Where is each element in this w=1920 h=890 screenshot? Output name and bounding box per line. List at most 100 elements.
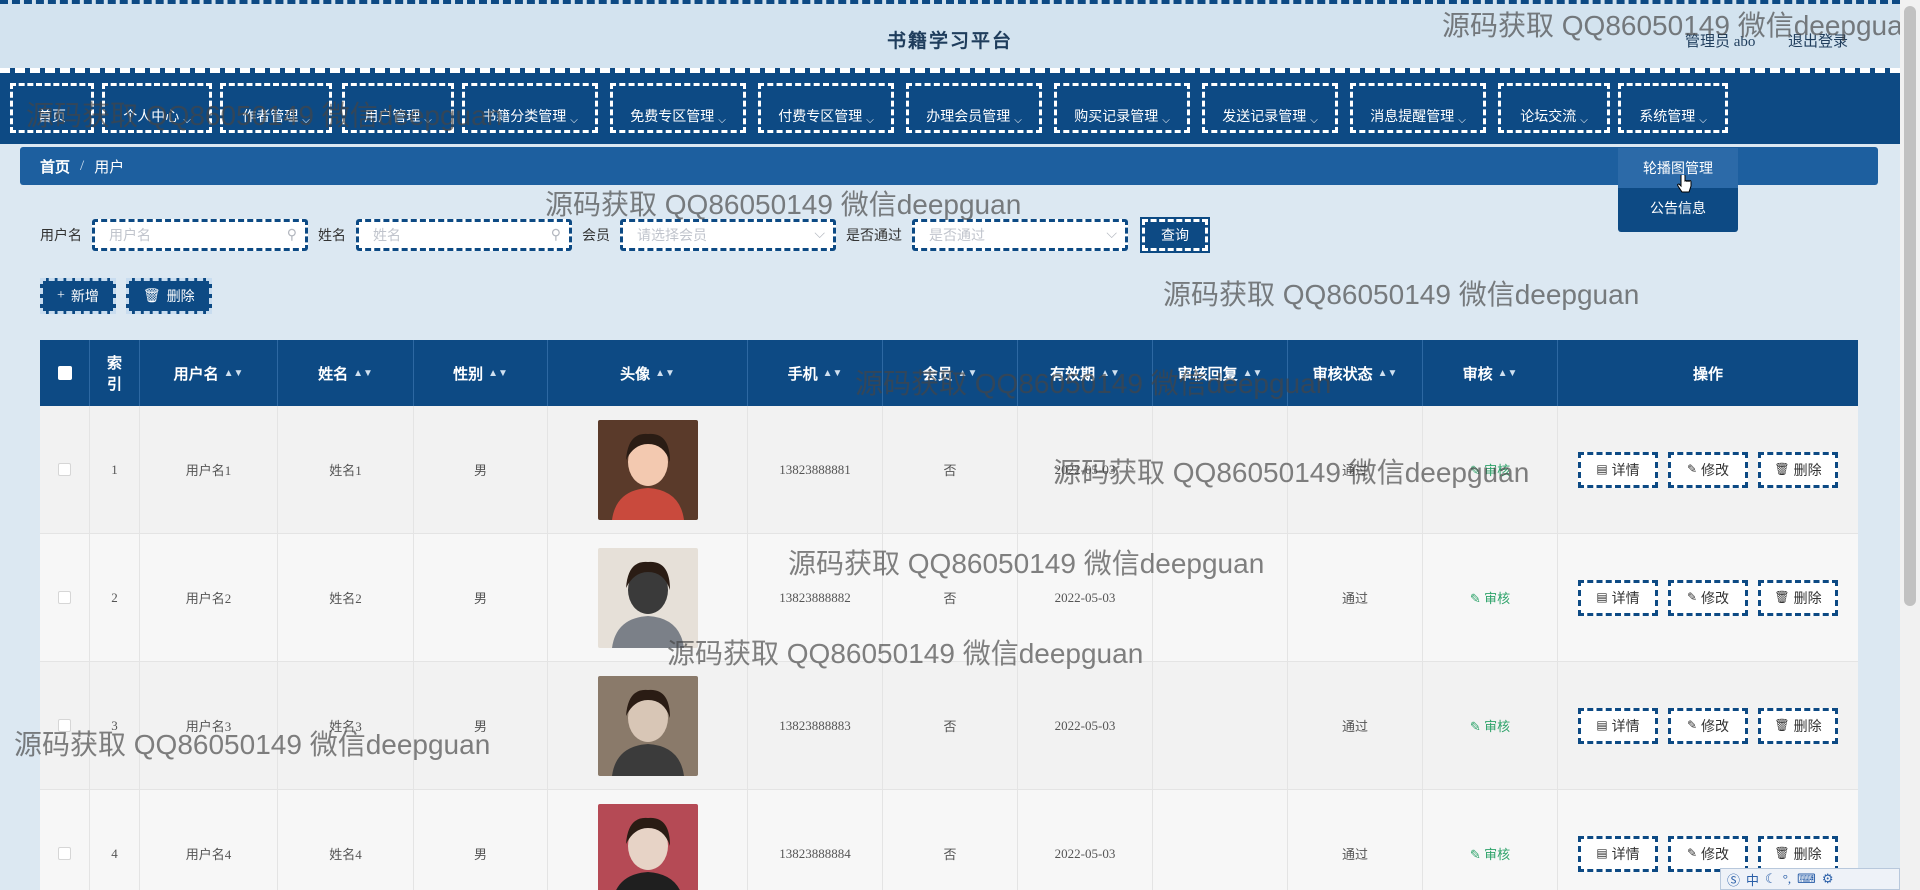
chevron-down-icon: ⌵	[1699, 115, 1707, 126]
header-username[interactable]: 用户名 ▲▼	[140, 340, 278, 406]
nav-paid-zone[interactable]: 付费专区管理 ⌵	[758, 83, 894, 133]
header-audit[interactable]: 审核 ▲▼	[1423, 340, 1558, 406]
add-button[interactable]: + 新增	[40, 278, 116, 314]
chevron-down-icon: ⌵	[1458, 115, 1466, 126]
document-icon: ▤	[1596, 846, 1608, 860]
username-placeholder: 用户名	[109, 229, 151, 244]
cell-reply	[1153, 662, 1288, 790]
audit-link[interactable]: ✎ 审核	[1470, 588, 1510, 607]
cell-phone: 13823888882	[748, 534, 883, 662]
nav-purchase-records[interactable]: 购买记录管理 ⌵	[1054, 83, 1190, 133]
edit-button[interactable]: ✎ 修改	[1668, 451, 1748, 488]
edit-button[interactable]: ✎ 修改	[1668, 835, 1748, 872]
avatar	[597, 803, 698, 890]
header-phone[interactable]: 手机 ▲▼	[748, 340, 883, 406]
watermark: 源码获取 QQ86050149 微信deepguan	[1163, 279, 1640, 310]
button-label: 修改	[1701, 847, 1730, 863]
edit-button[interactable]: ✎ 修改	[1668, 707, 1748, 744]
nav-send-records[interactable]: 发送记录管理 ⌵	[1202, 83, 1338, 133]
detail-button[interactable]: ▤ 详情	[1578, 707, 1658, 744]
cell-expiry: 2022-05-03	[1018, 406, 1153, 534]
row-checkbox[interactable]	[58, 719, 71, 732]
nav-user-manage[interactable]: 用户管理 ⌵	[342, 83, 454, 133]
member-select[interactable]: 请选择会员 ⌵	[620, 219, 836, 251]
nav-book-category[interactable]: 书籍分类管理 ⌵	[462, 83, 598, 133]
page-scrollbar[interactable]	[1900, 0, 1920, 890]
operations-group: ▤ 详情 ✎ 修改 🗑 删除	[1578, 579, 1838, 616]
header-label: 审核回复	[1177, 366, 1238, 383]
ime-mode[interactable]: 中	[1746, 870, 1759, 889]
delete-button[interactable]: 🗑 删除	[1758, 579, 1838, 616]
watermark: 源码获取 QQ86050149 微信deepguan	[545, 189, 1022, 220]
nav-label: 系统管理	[1639, 110, 1696, 125]
header-label: 手机	[787, 366, 818, 383]
breadcrumb-current: 用户	[94, 159, 125, 176]
header-reply[interactable]: 审核回复 ▲▼	[1153, 340, 1288, 406]
select-all-checkbox[interactable]	[57, 366, 72, 380]
cell-name: 姓名3	[278, 662, 414, 790]
nav-author-manage[interactable]: 作者管理 ⌵	[220, 83, 332, 133]
header-label: 审核状态	[1312, 366, 1373, 383]
nav-membership[interactable]: 办理会员管理 ⌵	[906, 83, 1042, 133]
nav-system-manage[interactable]: 系统管理 ⌵	[1618, 83, 1728, 133]
row-checkbox[interactable]	[58, 591, 71, 604]
punctuation-icon: °,	[1782, 871, 1792, 886]
operations-group: ▤ 详情 ✎ 修改 🗑 删除	[1578, 707, 1838, 744]
header-avatar[interactable]: 头像 ▲▼	[548, 340, 748, 406]
name-input[interactable]: 姓名 ⚲	[356, 219, 572, 251]
detail-button[interactable]: ▤ 详情	[1578, 451, 1658, 488]
delete-label: 删除	[166, 290, 195, 305]
audit-cell: ✎ 审核	[1423, 534, 1558, 662]
delete-button[interactable]: 🗑 删除	[1758, 835, 1838, 872]
search-icon: ⚲	[286, 227, 297, 243]
username-input[interactable]: 用户名 ⚲	[92, 219, 308, 251]
batch-delete-button[interactable]: 🗑 删除	[125, 278, 212, 314]
header-name[interactable]: 姓名 ▲▼	[278, 340, 414, 406]
nav-free-zone[interactable]: 免费专区管理 ⌵	[610, 83, 746, 133]
audit-link[interactable]: ✎ 审核	[1470, 716, 1510, 735]
cell-status: 通过	[1288, 534, 1423, 662]
nav-forum[interactable]: 论坛交流 ⌵	[1498, 83, 1610, 133]
detail-button[interactable]: ▤ 详情	[1578, 835, 1658, 872]
header-label: 会员	[922, 366, 953, 383]
audit-link[interactable]: ✎ 审核	[1470, 844, 1510, 863]
nav-home[interactable]: 首页	[10, 83, 94, 133]
delete-button[interactable]: 🗑 删除	[1758, 707, 1838, 744]
header-expiry[interactable]: 有效期 ▲▼	[1018, 340, 1153, 406]
nav-message-alerts[interactable]: 消息提醒管理 ⌵	[1350, 83, 1486, 133]
pass-placeholder: 是否通过	[929, 229, 985, 244]
search-bar: 用户名 用户名 ⚲ 姓名 姓名 ⚲ 会员 请选择会员 ⌵ 是否通过 是否通过 ⌵ 查询	[40, 217, 1210, 253]
cell-expiry: 2022-05-03	[1018, 662, 1153, 790]
header-member[interactable]: 会员 ▲▼	[883, 340, 1018, 406]
pass-select[interactable]: 是否通过 ⌵	[912, 219, 1128, 251]
chevron-down-icon: ⌵	[1106, 227, 1117, 242]
logout-link[interactable]: 退出登录	[1788, 30, 1848, 51]
user-table: 索引 用户名 ▲▼ 姓名 ▲▼ 性别 ▲▼ 头像 ▲▼ 手机 ▲▼ 会员 ▲▼ 有效期 ▲▼ …	[40, 340, 1858, 890]
nav-personal-center[interactable]: 个人中心 ⌵	[102, 83, 212, 133]
search-icon: ⚲	[550, 227, 561, 243]
audit-cell: ✎ 审核	[1423, 406, 1558, 534]
table-body: 1 用户名1 姓名1 男 13823888881 否 2022-05-03 通过 ✎ 审核 ▤ 详情…	[40, 406, 1858, 890]
table-header: 索引 用户名 ▲▼ 姓名 ▲▼ 性别 ▲▼ 头像 ▲▼ 手机 ▲▼ 会员 ▲▼ 有效期 ▲▼ …	[40, 340, 1858, 406]
header-gender[interactable]: 性别 ▲▼	[414, 340, 548, 406]
chevron-down-icon: ⌵	[302, 115, 310, 126]
scrollbar-thumb[interactable]	[1904, 6, 1916, 606]
nav-label: 付费专区管理	[778, 110, 863, 125]
breadcrumb-home[interactable]: 首页	[40, 156, 70, 177]
header-index: 索引	[90, 340, 140, 406]
audit-link[interactable]: ✎ 审核	[1470, 460, 1510, 479]
row-checkbox[interactable]	[58, 463, 71, 476]
row-checkbox[interactable]	[58, 847, 71, 860]
avatar-cell	[548, 662, 748, 790]
button-label: 删除	[1793, 463, 1822, 479]
edit-icon: ✎	[1686, 590, 1698, 604]
delete-button[interactable]: 🗑 删除	[1758, 451, 1838, 488]
edit-button[interactable]: ✎ 修改	[1668, 579, 1748, 616]
nav-label: 消息提醒管理	[1370, 110, 1455, 125]
main-nav: 首页 个人中心 ⌵ 作者管理 ⌵ 用户管理 ⌵ 书籍分类管理 ⌵ 免费专区管理 ⌵ 付费专…	[0, 68, 1900, 144]
query-button[interactable]: 查询	[1140, 217, 1210, 253]
button-label: 修改	[1701, 719, 1730, 735]
detail-button[interactable]: ▤ 详情	[1578, 579, 1658, 616]
current-user: 管理员 abo	[1685, 34, 1756, 50]
header-status[interactable]: 审核状态 ▲▼	[1288, 340, 1423, 406]
